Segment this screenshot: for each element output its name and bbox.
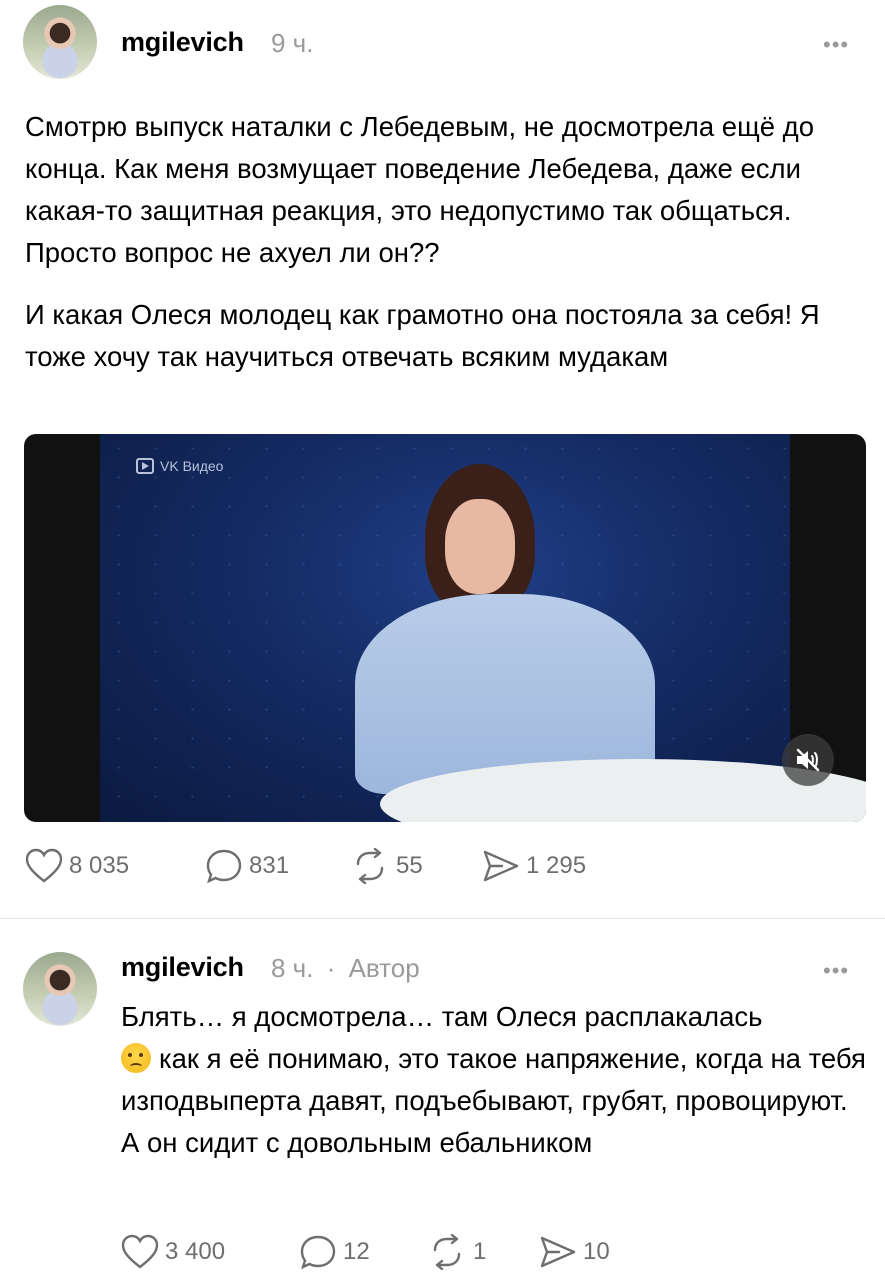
post-paragraph-2: И какая Олеся молодец как грамотно она п…	[25, 299, 820, 372]
post-username[interactable]: mgilevich	[121, 27, 244, 58]
post-avatar[interactable]	[23, 5, 97, 79]
share-count: 1 295	[526, 852, 587, 879]
mute-button[interactable]	[782, 734, 834, 786]
post-more-menu-icon[interactable]: •••	[823, 34, 849, 56]
video-person-face	[445, 499, 515, 594]
reply-text-part-2: как я её понимаю, это такое напряжение, …	[121, 1043, 866, 1158]
repost-button[interactable]: 55	[350, 848, 482, 884]
video-frame	[100, 434, 866, 822]
share-button[interactable]: 1 295	[482, 848, 586, 884]
heart-icon	[25, 848, 63, 883]
post-video[interactable]: VK Видео	[24, 434, 866, 822]
reply-time-text: 8 ч.	[271, 953, 314, 983]
reply-like-count: 3 400	[165, 1238, 226, 1265]
post-time: 9 ч.	[271, 28, 314, 58]
reply-username[interactable]: mgilevich	[121, 952, 244, 983]
reply-time: 8 ч. · Автор	[271, 953, 420, 984]
reply-avatar[interactable]	[23, 952, 97, 1026]
post-actions: 8 035 831 55 1 295	[25, 848, 586, 884]
divider	[0, 918, 885, 919]
crying-face-emoji-icon	[121, 1043, 151, 1073]
speaker-muted-icon	[796, 748, 820, 772]
reply-repost-button[interactable]: 1	[427, 1234, 539, 1270]
author-tag: Автор	[348, 953, 420, 983]
post-paragraph-1: Смотрю выпуск наталки с Лебедевым, не до…	[25, 111, 814, 268]
reply-comment-button[interactable]: 12	[299, 1234, 427, 1270]
comment-count: 831	[249, 852, 290, 879]
post-body: Смотрю выпуск наталки с Лебедевым, не до…	[25, 106, 865, 378]
reply-separator: ·	[326, 953, 336, 983]
reply-body: Блять… я досмотрела… там Олеся расплакал…	[121, 996, 871, 1164]
like-count: 8 035	[69, 852, 130, 879]
like-button[interactable]: 8 035	[25, 848, 205, 884]
repost-icon	[356, 848, 384, 884]
reply-like-button[interactable]: 3 400	[121, 1234, 299, 1270]
reply-text-part-1: Блять… я досмотрела… там Олеся расплакал…	[121, 1001, 763, 1032]
repost-count: 55	[396, 852, 423, 879]
reply-share-button[interactable]: 10	[539, 1234, 610, 1270]
comment-icon	[300, 1235, 336, 1270]
vk-video-label: VK Видео	[160, 458, 224, 474]
reply-more-menu-icon[interactable]: •••	[823, 960, 849, 982]
repost-icon	[433, 1234, 461, 1270]
reply-share-count: 10	[583, 1238, 610, 1265]
heart-icon	[121, 1234, 159, 1269]
comment-button[interactable]: 831	[205, 848, 350, 884]
reply-repost-count: 1	[473, 1238, 487, 1265]
send-icon	[540, 1236, 576, 1268]
send-icon	[483, 850, 519, 882]
vk-video-badge: VK Видео	[136, 458, 223, 474]
reply-comment-count: 12	[343, 1238, 370, 1265]
comment-icon	[206, 849, 242, 884]
reply-actions: 3 400 12 1 10	[121, 1234, 610, 1270]
vk-play-icon	[136, 458, 154, 474]
